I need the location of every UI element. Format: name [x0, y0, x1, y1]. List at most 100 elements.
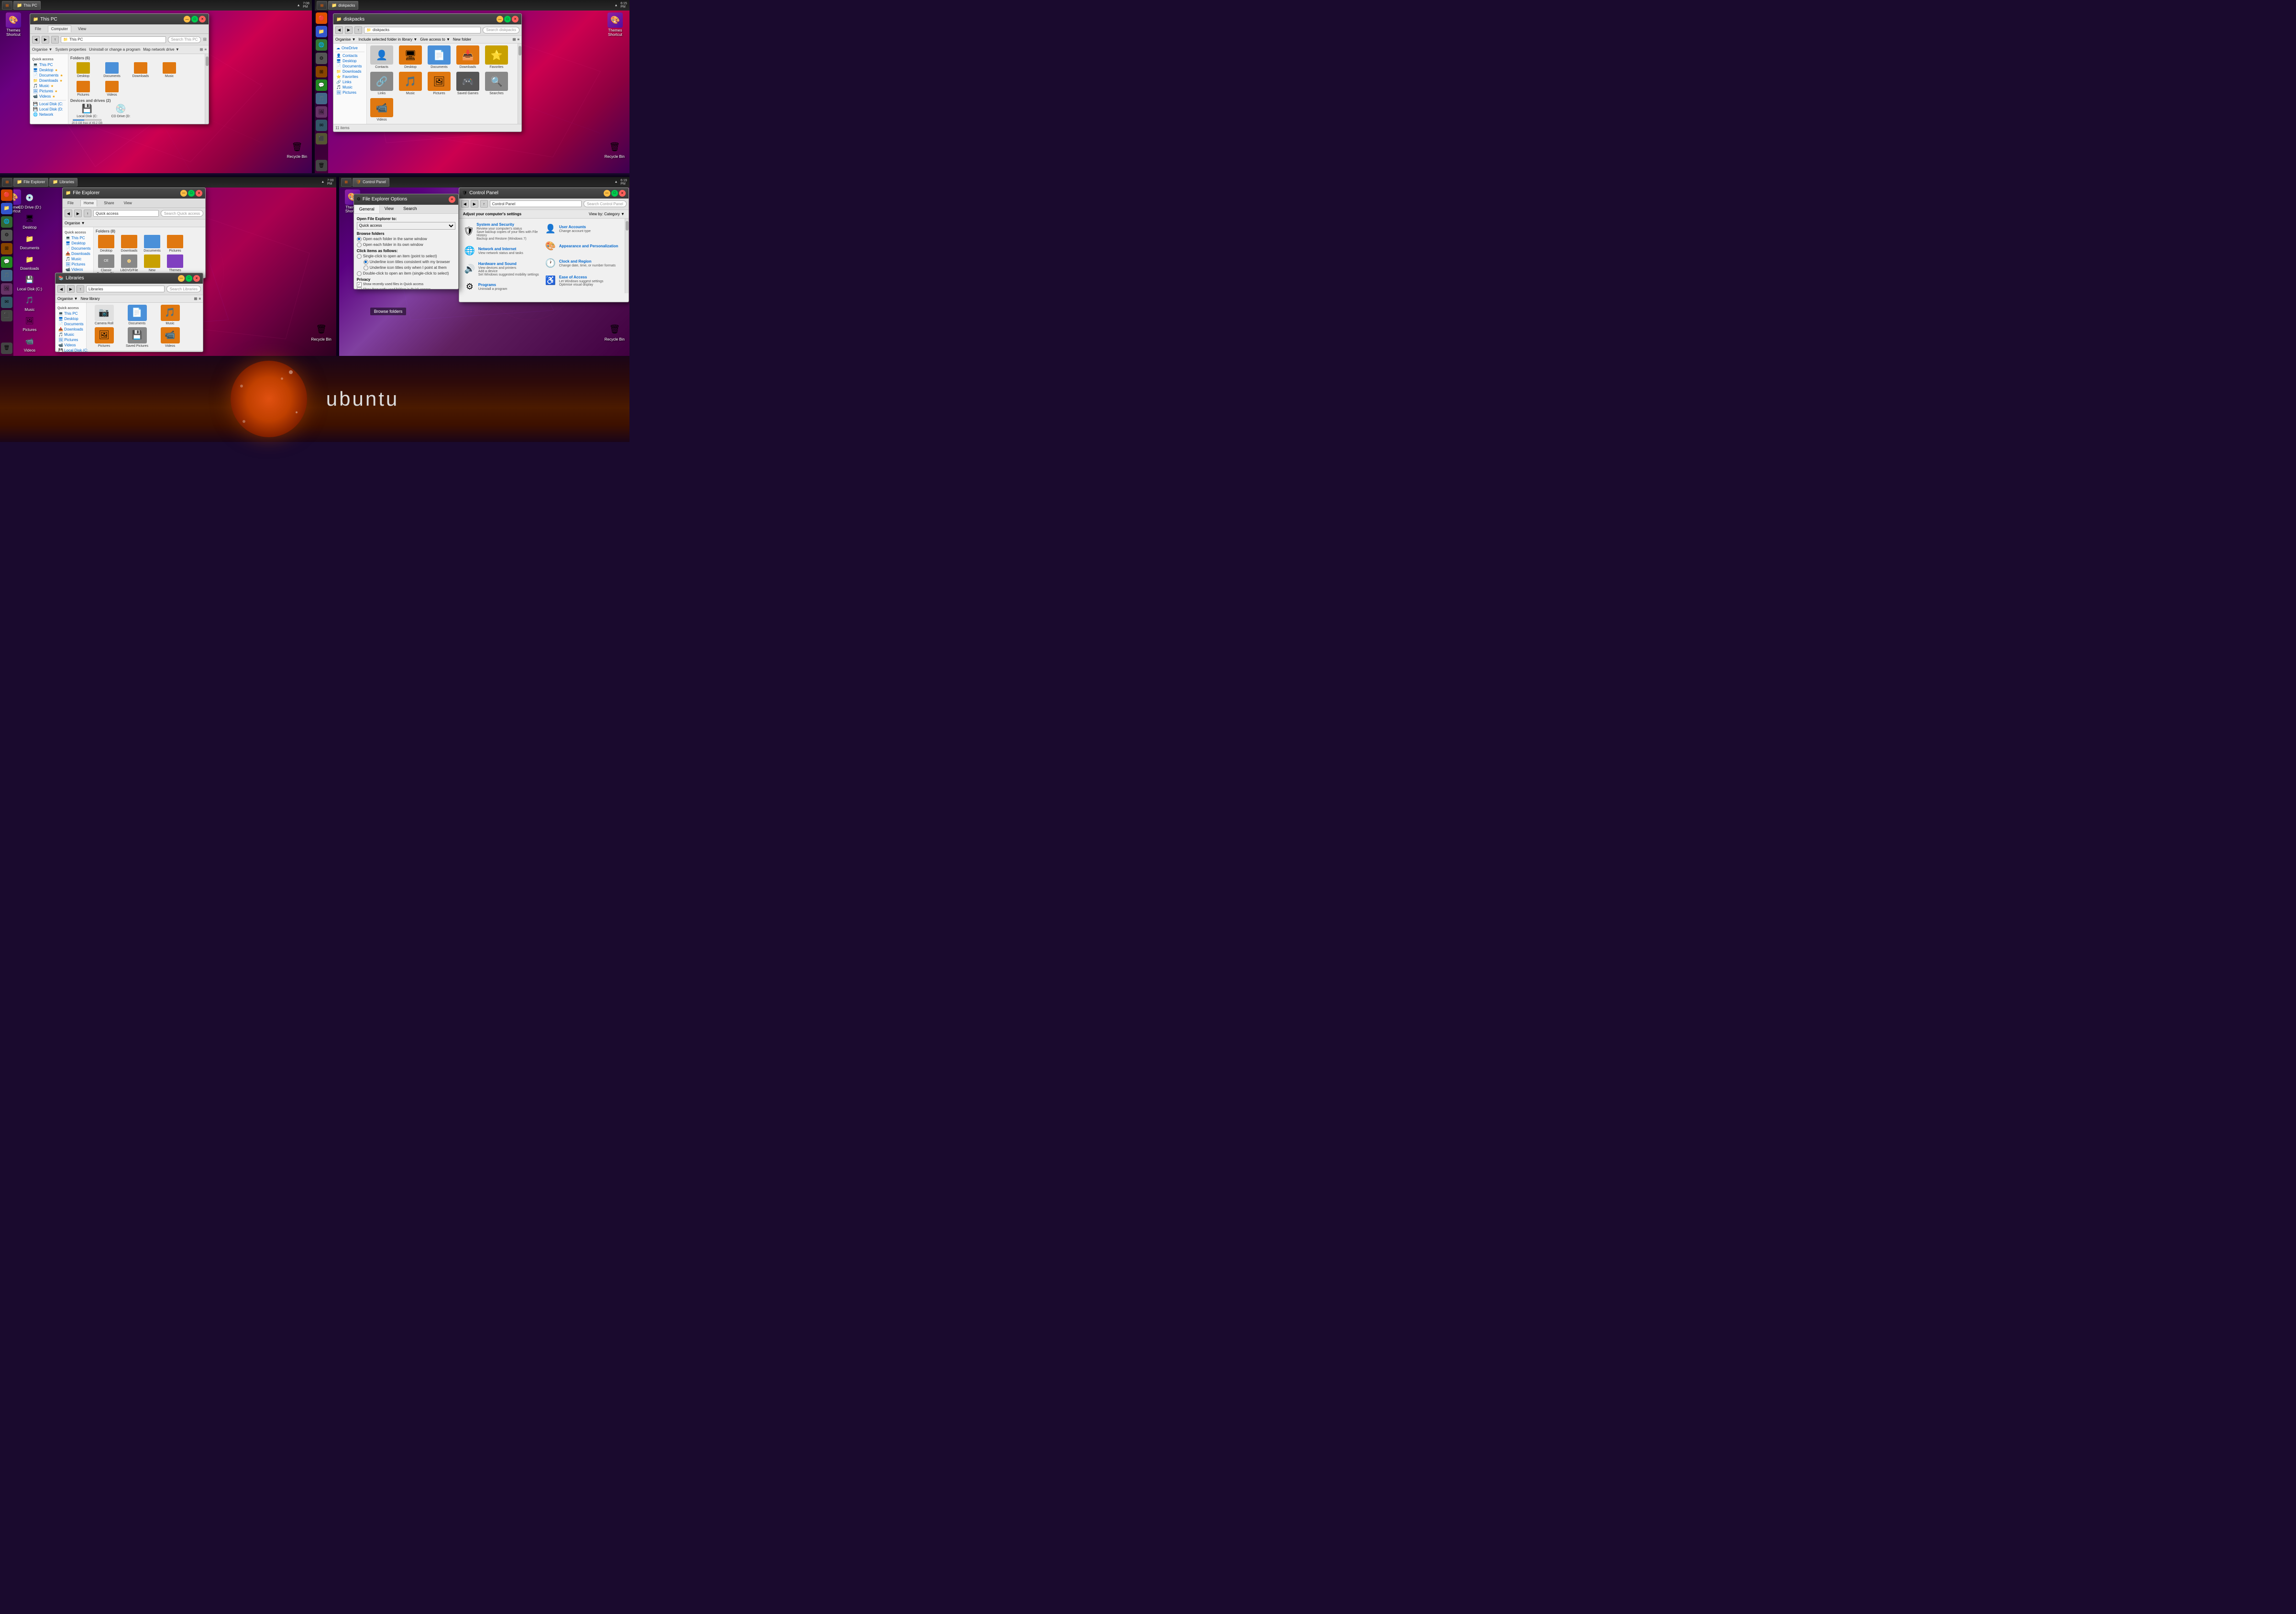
fe-tab-file[interactable]: File	[65, 200, 77, 206]
cp-address[interactable]: Control Panel	[490, 200, 582, 207]
folder-videos[interactable]: Videos	[99, 81, 125, 97]
drive-c-item[interactable]: 💾 Local Disk (C: 20.5 GB free of 49.2 GB	[70, 104, 104, 124]
thispc-close-btn[interactable]: ✕	[199, 16, 206, 22]
dock-icon-files[interactable]: 📁	[316, 26, 327, 37]
thispc-sidebar-thispc[interactable]: 💻This PC	[32, 62, 66, 67]
diskpacks-sidebar-contacts[interactable]: 👤Contacts	[335, 53, 364, 58]
fe-opts-radio-own[interactable]: Open each folder in its own window	[357, 243, 455, 247]
dock-q3-7[interactable]: 🎵	[1, 270, 12, 281]
diskpacks-max-btn[interactable]: □	[504, 16, 511, 22]
dp-desktop[interactable]: 🖥 Desktop	[397, 45, 423, 69]
di-docs[interactable]: 📁 Documents	[15, 232, 44, 251]
diskpacks-address[interactable]: 📁 diskpacks	[364, 27, 481, 33]
di-videos[interactable]: 📹 Videos	[15, 334, 44, 353]
thispc-sysprops[interactable]: System properties	[55, 47, 86, 52]
start-button-q3[interactable]: ⊞	[2, 178, 12, 187]
thispc-tab-view[interactable]: View	[75, 26, 89, 32]
dock-q3-9[interactable]: ✉	[1, 297, 12, 308]
dock-q3-3[interactable]: 🌐	[1, 216, 12, 228]
lib-sb-dl[interactable]: 📥 Downloads	[57, 327, 84, 332]
fe-fwd[interactable]: ▶	[74, 210, 82, 217]
dock-icon-term[interactable]: ⬛	[316, 133, 327, 144]
dock-icon-mail[interactable]: ✉	[316, 120, 327, 131]
dock-icon-trash[interactable]: 🗑	[316, 160, 327, 171]
dock-icon-apps[interactable]: ⊞	[316, 66, 327, 77]
recycle-bin-q1[interactable]: 🗑 Recycle Bin	[287, 140, 307, 159]
diskpacks-sidebar-docs[interactable]: 📄Documents	[335, 64, 364, 69]
cp-programs[interactable]: ⚙ Programs Uninstall a program	[461, 278, 542, 293]
diskpacks-view2[interactable]: ≡	[517, 37, 519, 42]
thispc-view-btn1[interactable]: ⊞	[200, 47, 203, 52]
dock-q3-5[interactable]: ⊞	[1, 243, 12, 254]
lib-newlib[interactable]: New library	[81, 297, 100, 301]
taskbar-cp-btn[interactable]: 🛡 Control Panel	[353, 178, 389, 187]
fe-folder-dl[interactable]: Downloads	[119, 235, 140, 253]
di-desktop[interactable]: 🖥 Desktop	[15, 211, 44, 230]
fe-opts-radio-ul1[interactable]: Underline icon titles consistent with my…	[364, 260, 455, 265]
lib-min-btn[interactable]: —	[178, 275, 185, 282]
thispc-fwd-btn[interactable]: ▶	[42, 36, 49, 44]
taskbar-fe-btn[interactable]: 📁 File Explorer	[13, 178, 48, 187]
cp-appearance[interactable]: 🎨 Appearance and Personalization	[542, 238, 623, 255]
lib-fwd[interactable]: ▶	[67, 285, 75, 293]
lib-organise[interactable]: Organise ▼	[57, 297, 78, 301]
diskpacks-min-btn[interactable]: —	[497, 16, 503, 22]
lib-sb-lc[interactable]: 💾 Local Disk (C:	[57, 348, 84, 352]
folder-desktop[interactable]: Desktop	[70, 62, 96, 78]
fe-sb-dl[interactable]: 📥 Downloads	[65, 251, 91, 256]
dock-q3-6[interactable]: 💬	[1, 256, 12, 268]
diskpacks-sidebar-onedrive[interactable]: ☁OneDrive	[335, 45, 364, 51]
thispc-uninstall[interactable]: Uninstall or change a program	[89, 47, 140, 52]
cp-max-btn[interactable]: □	[611, 190, 618, 197]
cp-min-btn[interactable]: —	[604, 190, 610, 197]
thispc-max-btn[interactable]: □	[191, 16, 198, 22]
fe-tab-share[interactable]: Share	[101, 200, 117, 206]
thispc-sidebar-desktop[interactable]: 🖥Desktop ★	[32, 67, 66, 73]
dock-icon-browser[interactable]: 🌐	[316, 39, 327, 51]
dp-links[interactable]: 🔗 Links	[369, 72, 395, 95]
thispc-min-btn[interactable]: —	[184, 16, 190, 22]
dock-q3-10[interactable]: ⬛	[1, 310, 12, 321]
drive-cd-item[interactable]: 💿 CD Drive (D:	[108, 104, 134, 124]
themes-shortcut-q1[interactable]: 🎨 Themes Shortcut	[1, 12, 26, 37]
dock-icon-ubuntu[interactable]: 🔴	[316, 12, 327, 24]
thispc-sidebar-ld[interactable]: 💾Local Disk (D:	[32, 107, 66, 112]
diskpacks-give[interactable]: Give access to ▼	[420, 37, 450, 42]
fe-opts-close-btn[interactable]: ✕	[449, 196, 455, 203]
thispc-search[interactable]: Search This PC	[168, 36, 201, 43]
folder-music[interactable]: Music	[156, 62, 182, 78]
fe-sb-docs[interactable]: 📄 Documents	[65, 246, 91, 251]
thispc-mapnetwork[interactable]: Map network drive ▼	[143, 47, 179, 52]
dock-q3-8[interactable]: 🖼	[1, 283, 12, 295]
fe-opts-tab-search[interactable]: Search	[398, 205, 422, 213]
cp-system-security[interactable]: 🛡 System and Security Review your comput…	[461, 221, 542, 243]
themes-shortcut-q2[interactable]: 🎨 Themes Shortcut	[603, 12, 628, 37]
diskpacks-newfolder[interactable]: New folder	[453, 37, 471, 42]
diskpacks-search[interactable]: Search diskpacks	[483, 27, 519, 33]
thispc-sidebar-docs[interactable]: 📄Documents ★	[32, 73, 66, 78]
lib-pictures[interactable]: 🖼 Pictures	[88, 327, 120, 348]
start-button-q2[interactable]: ⊞	[317, 1, 327, 10]
fe-organise[interactable]: Organise ▼	[65, 221, 85, 225]
dp-pictures[interactable]: 🖼 Pictures	[426, 72, 452, 95]
fe-close-btn[interactable]: ✕	[196, 190, 202, 197]
fe-folder-docs[interactable]: Documents	[142, 235, 163, 253]
lib-sb-docs[interactable]: 📄 Documents	[57, 321, 84, 327]
fe-sb-videos[interactable]: 📹 Videos	[65, 267, 91, 272]
fe-opts-cb-frequent[interactable]: ✓ Show frequently used folders in Quick …	[357, 287, 455, 289]
diskpacks-sidebar-music[interactable]: 🎵Music	[335, 85, 364, 90]
lib-view1[interactable]: ⊞	[194, 297, 198, 301]
fe-address[interactable]: Quick access	[93, 210, 159, 217]
thispc-address[interactable]: 📁 This PC	[61, 36, 166, 43]
thispc-sidebar-lc[interactable]: 💾Local Disk (C:	[32, 101, 66, 107]
cp-fwd[interactable]: ▶	[471, 200, 478, 208]
fe-max-btn[interactable]: □	[188, 190, 195, 197]
taskbar-lib-btn[interactable]: 📁 Libraries	[49, 178, 77, 187]
lib-up[interactable]: ↑	[77, 285, 84, 293]
recycle-bin-q4[interactable]: 🗑 Recycle Bin	[605, 323, 625, 342]
diskpacks-sidebar-links[interactable]: 🔗Links	[335, 79, 364, 85]
fe-opts-open-select[interactable]: Quick access This PC	[357, 222, 455, 230]
cp-up[interactable]: ↑	[480, 200, 488, 208]
lib-max-btn[interactable]: □	[186, 275, 192, 282]
thispc-tab-computer[interactable]: Computer	[48, 25, 71, 33]
